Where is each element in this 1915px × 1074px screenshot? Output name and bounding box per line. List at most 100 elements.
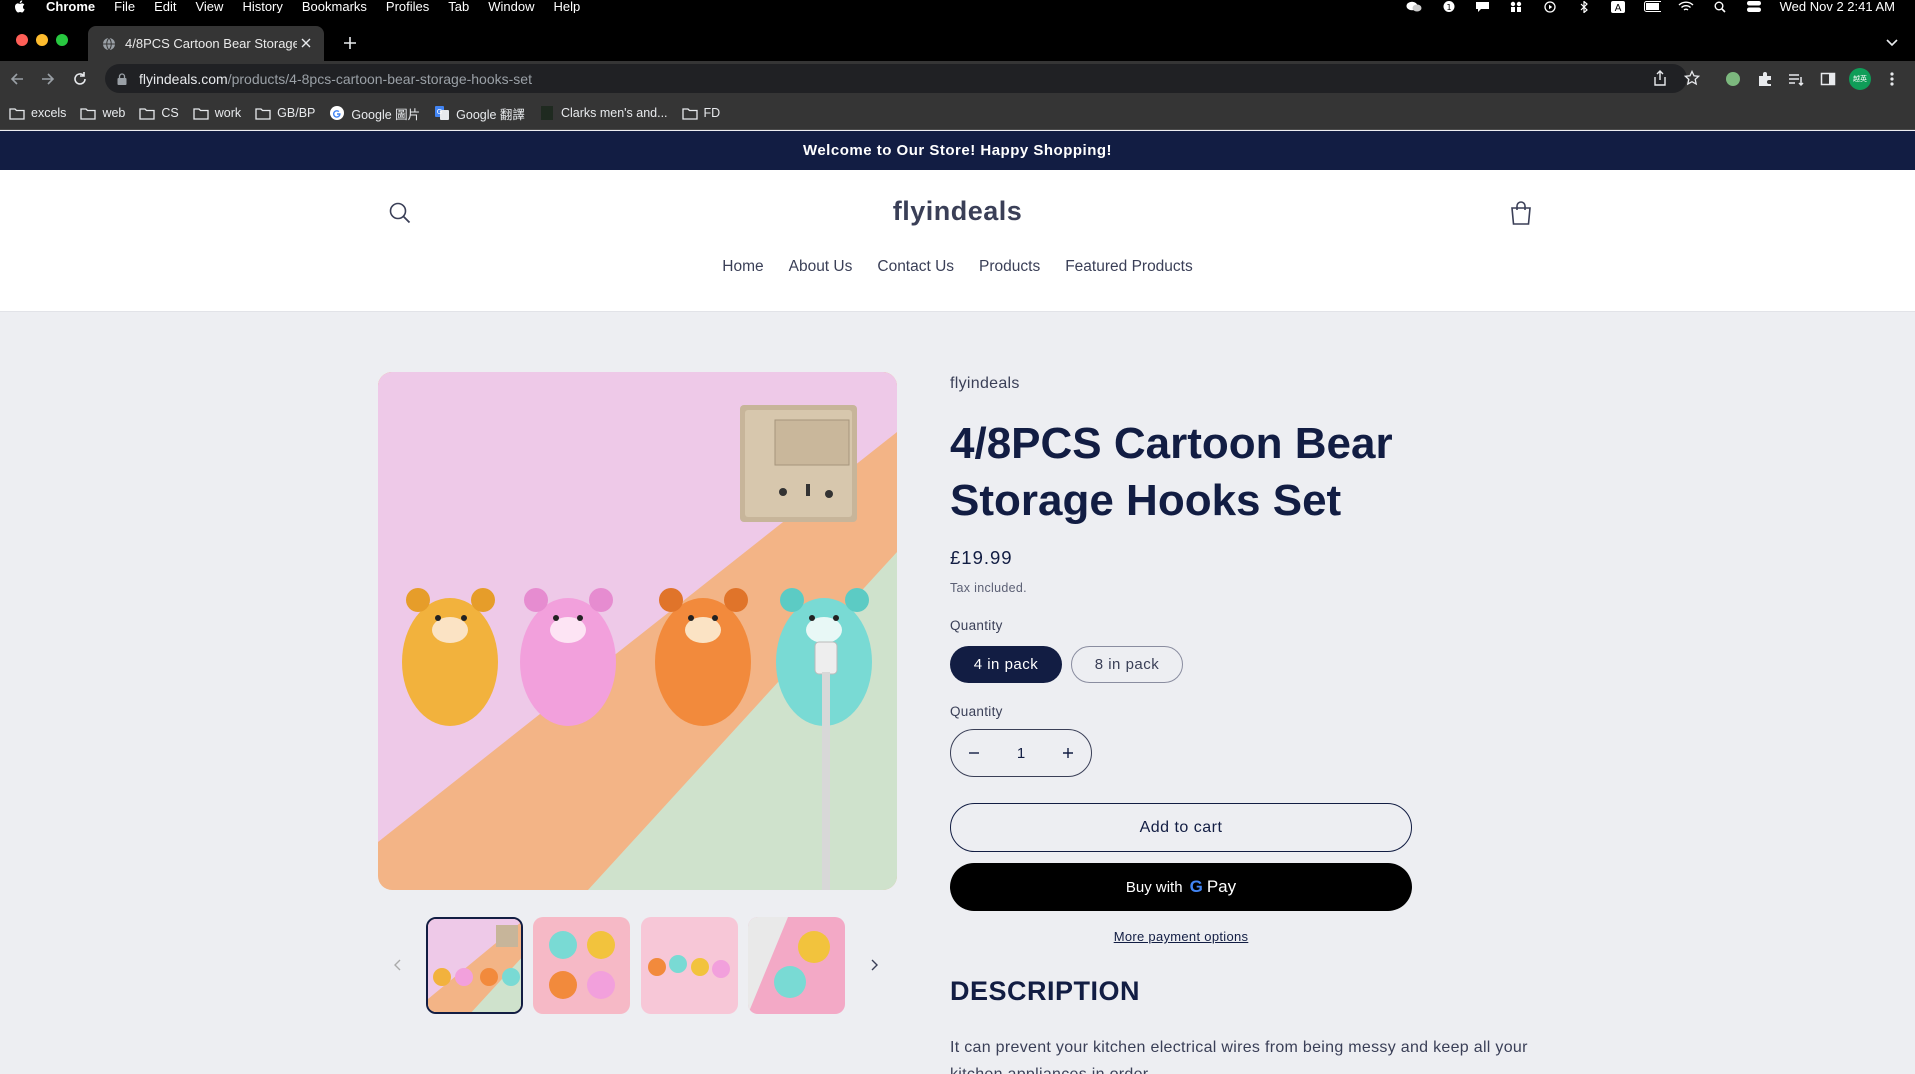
quantity-stepper: 1: [950, 729, 1092, 777]
bookmark-label: Clarks men's and...: [560, 106, 668, 120]
address-bar[interactable]: flyindeals.com/products/4-8pcs-cartoon-b…: [105, 64, 1687, 93]
bookmark-star-icon[interactable]: [1683, 69, 1701, 87]
product-main-image[interactable]: [378, 372, 897, 890]
bookmark-excels[interactable]: excels: [9, 106, 66, 120]
variant-label: Quantity: [950, 618, 1003, 633]
quantity-input[interactable]: 1: [997, 745, 1045, 762]
product-price: £19.99: [950, 547, 1013, 568]
input-source-icon[interactable]: A: [1610, 0, 1627, 13]
extension-circle-icon[interactable]: [1723, 69, 1743, 89]
apple-menu-icon[interactable]: [14, 0, 28, 13]
status-circle-icon[interactable]: 1: [1440, 1, 1457, 12]
wechat-icon[interactable]: [1406, 1, 1423, 12]
variant-8-in-pack[interactable]: 8 in pack: [1071, 646, 1183, 683]
play-circle-icon[interactable]: [1542, 0, 1559, 13]
menu-clock[interactable]: Wed Nov 2 2:41 AM: [1780, 0, 1895, 14]
bookmark-google-translate[interactable]: G Google 翻譯: [434, 104, 525, 123]
bookmark-fd[interactable]: FD: [681, 106, 720, 120]
lock-icon[interactable]: [117, 72, 129, 86]
quantity-increase-button[interactable]: [1045, 730, 1091, 776]
bookmarks-bar: excels web CS work GB/BP Google 圖片 G Goog…: [0, 97, 1915, 130]
tax-note: Tax included.: [950, 581, 1027, 595]
new-tab-icon[interactable]: [340, 33, 360, 53]
bookmark-gb-bp[interactable]: GB/BP: [255, 106, 315, 120]
thumbnail-2[interactable]: [533, 917, 630, 1014]
product-vendor: flyindeals: [950, 375, 1020, 392]
buy-with-label: Buy with: [1125, 878, 1183, 896]
bookmark-work[interactable]: work: [193, 106, 241, 120]
chat-bubble-icon[interactable]: [1474, 1, 1491, 12]
folder-icon: [9, 106, 25, 120]
announcement-bar: Welcome to Our Store! Happy Shopping!: [0, 131, 1915, 170]
product-title: 4/8PCS Cartoon Bear Storage Hooks Set: [950, 419, 1393, 525]
bookmark-label: Google 圖片: [351, 107, 421, 122]
menu-file[interactable]: File: [114, 0, 135, 13]
side-panel-icon[interactable]: [1818, 69, 1838, 89]
menu-window[interactable]: Window: [488, 0, 534, 13]
product-description: It can prevent your kitchen electrical w…: [950, 1039, 1528, 1074]
folder-icon: [139, 106, 156, 120]
thumbnail-1[interactable]: [426, 917, 523, 1014]
menu-help[interactable]: Help: [554, 0, 581, 13]
reload-icon[interactable]: [70, 69, 90, 89]
thumbnail-4[interactable]: [748, 917, 845, 1014]
chrome-menu-icon[interactable]: [1882, 69, 1902, 89]
bookmark-label: Google 翻譯: [456, 107, 525, 122]
nav-products[interactable]: Products: [979, 258, 1040, 276]
store-brand-logo[interactable]: flyindeals: [0, 196, 1915, 227]
google-g-icon: [329, 106, 345, 120]
tab-search-chevron-icon[interactable]: [1885, 35, 1901, 51]
profile-avatar[interactable]: 越英: [1849, 68, 1871, 90]
bluetooth-icon[interactable]: [1576, 0, 1593, 13]
share-icon[interactable]: [1651, 69, 1669, 87]
thumbnails-prev-chevron-icon[interactable]: [390, 955, 406, 975]
bookmark-clarks[interactable]: Clarks men's and...: [539, 106, 668, 120]
store-header: flyindeals Home About Us Contact Us Prod…: [0, 170, 1915, 312]
url-host: flyindeals.com: [139, 70, 228, 87]
wifi-icon[interactable]: [1678, 1, 1695, 12]
more-payment-options-link[interactable]: More payment options: [950, 929, 1412, 944]
thumbnails-next-chevron-icon[interactable]: [866, 955, 882, 975]
back-arrow-icon[interactable]: [7, 69, 27, 89]
extensions-puzzle-icon[interactable]: [1755, 69, 1775, 89]
forward-arrow-icon[interactable]: [38, 69, 58, 89]
close-tab-icon[interactable]: [298, 35, 314, 51]
cart-icon[interactable]: [1508, 199, 1534, 227]
menu-bookmarks[interactable]: Bookmarks: [302, 0, 367, 13]
nav-home[interactable]: Home: [722, 258, 763, 276]
menu-history[interactable]: History: [242, 0, 282, 13]
users-icon[interactable]: [1508, 1, 1525, 12]
quantity-decrease-button[interactable]: [951, 730, 997, 776]
menu-view[interactable]: View: [195, 0, 223, 13]
zoom-window-button[interactable]: [56, 34, 68, 46]
bookmark-google-images[interactable]: Google 圖片: [329, 104, 420, 123]
spotlight-search-icon[interactable]: [1712, 1, 1729, 13]
menu-edit[interactable]: Edit: [154, 0, 176, 13]
bookmark-label: CS: [161, 106, 179, 120]
close-window-button[interactable]: [16, 34, 28, 46]
nav-featured-products[interactable]: Featured Products: [1065, 258, 1193, 276]
menu-tab[interactable]: Tab: [448, 0, 469, 13]
bookmark-label: excels: [31, 106, 67, 120]
main-navigation: Home About Us Contact Us Products Featur…: [0, 258, 1915, 276]
buy-with-google-pay-button[interactable]: Buy with G Pay: [950, 863, 1412, 911]
thumbnail-3[interactable]: [641, 917, 738, 1014]
browser-tab-strip: 4/8PCS Cartoon Bear Storage H: [0, 13, 1915, 61]
minimize-window-button[interactable]: [36, 34, 48, 46]
reading-list-icon[interactable]: [1786, 69, 1806, 89]
add-to-cart-button[interactable]: Add to cart: [950, 803, 1412, 852]
folder-icon: [80, 106, 97, 120]
bookmark-cs[interactable]: CS: [139, 106, 179, 120]
control-center-icon[interactable]: [1746, 1, 1763, 12]
folder-icon: [681, 106, 698, 120]
battery-icon[interactable]: [1643, 1, 1661, 12]
variant-4-in-pack[interactable]: 4 in pack: [950, 646, 1062, 683]
svg-text:1: 1: [1446, 3, 1451, 12]
active-tab[interactable]: 4/8PCS Cartoon Bear Storage H: [88, 26, 324, 61]
bookmark-web[interactable]: web: [80, 106, 125, 120]
nav-contact-us[interactable]: Contact Us: [877, 258, 954, 276]
menu-profiles[interactable]: Profiles: [386, 0, 429, 13]
nav-about-us[interactable]: About Us: [789, 258, 853, 276]
google-g-logo: G: [1189, 877, 1203, 896]
menu-app-name[interactable]: Chrome: [46, 0, 95, 13]
